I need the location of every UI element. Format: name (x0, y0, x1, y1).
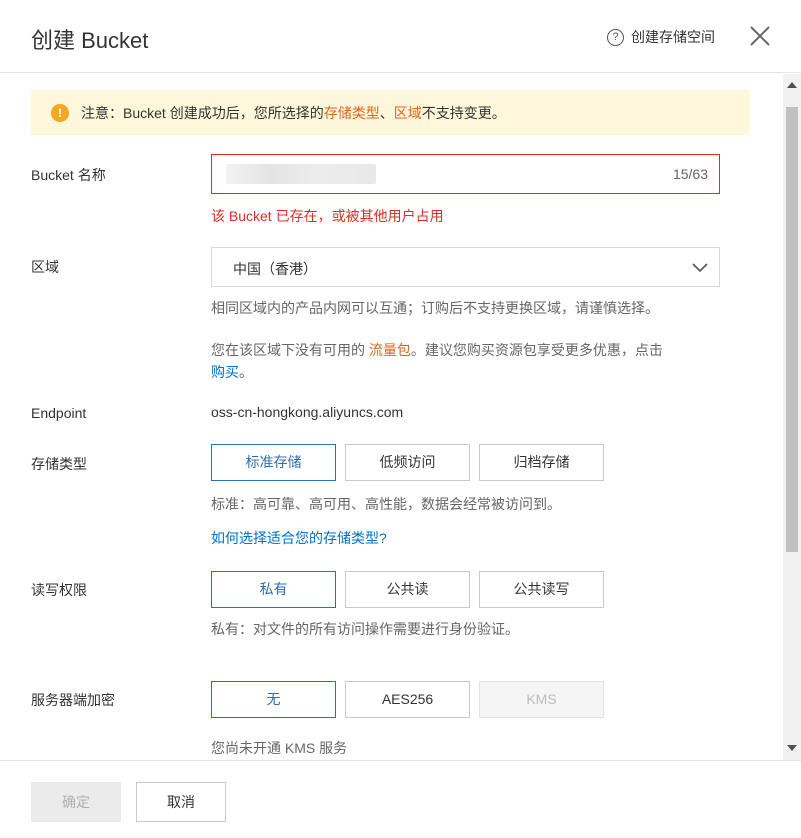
cancel-button[interactable]: 取消 (136, 782, 226, 822)
acl-options: 私有 公共读 公共读写 (211, 571, 613, 608)
notice-separator: 、 (379, 104, 394, 121)
encryption-desc: 您尚未开通 KMS 服务 (211, 740, 348, 756)
notice-banner: ! 注意：Bucket 创建成功后，您所选择的 存储类型 、 区域 不支持变更。 (31, 90, 750, 135)
dialog-body[interactable]: ! 注意：Bucket 创建成功后，您所选择的 存储类型 、 区域 不支持变更。… (0, 74, 783, 760)
encryption-none[interactable]: 无 (211, 681, 336, 718)
traffic-hint-suffix: 。建议您购买资源包享受更多优惠，点击 (410, 342, 663, 358)
scroll-down-icon[interactable] (787, 745, 797, 751)
traffic-hint-end: 。 (239, 364, 253, 380)
dialog-header: 创建 Bucket ? 创建存储空间 (0, 0, 801, 73)
acl-public-read[interactable]: 公共读 (345, 571, 470, 608)
notice-storage-type: 存储类型 (323, 104, 380, 121)
confirm-button[interactable]: 确定 (31, 782, 121, 822)
notice-suffix: 不支持变更。 (421, 104, 506, 121)
char-count: 15/63 (672, 166, 708, 182)
help-label: 创建存储空间 (631, 29, 715, 45)
scrollbar-thumb[interactable] (786, 107, 798, 552)
storage-class-options: 标准存储 低频访问 归档存储 (211, 444, 613, 481)
warning-icon: ! (51, 103, 69, 122)
dialog-footer: 确定 取消 (0, 760, 801, 838)
dialog-title: 创建 Bucket (31, 28, 149, 53)
storage-class-help-link[interactable]: 如何选择适合您的存储类型? (211, 528, 387, 548)
region-value: 中国（香港） (233, 261, 317, 277)
storage-class-infrequent[interactable]: 低频访问 (345, 444, 470, 481)
bucket-name-input[interactable]: 15/63 (211, 154, 720, 194)
blurred-bucket-name (226, 164, 376, 184)
bucket-name-error: 该 Bucket 已存在，或被其他用户占用 (211, 208, 444, 224)
vertical-scrollbar[interactable] (783, 74, 801, 760)
encryption-label: 服务器端加密 (31, 692, 115, 708)
region-hint: 相同区域内的产品内网可以互通；订购后不支持更换区域，请谨慎选择。 (211, 300, 659, 316)
acl-desc: 私有：对文件的所有访问操作需要进行身份验证。 (211, 621, 519, 637)
encryption-options: 无 AES256 KMS (211, 681, 613, 718)
endpoint-value: oss-cn-hongkong.aliyuncs.com (211, 404, 404, 420)
storage-class-archive[interactable]: 归档存储 (479, 444, 604, 481)
storage-class-desc: 标准：高可靠、高可用、高性能，数据会经常被访问到。 (211, 496, 561, 512)
encryption-kms: KMS (479, 681, 604, 718)
traffic-package-hint: 您在该区域下没有可用的 流量包。建议您购买资源包享受更多优惠，点击购买。 (211, 339, 711, 383)
traffic-package-link[interactable]: 流量包 (369, 342, 411, 358)
storage-class-standard[interactable]: 标准存储 (211, 444, 336, 481)
chevron-down-icon (691, 258, 709, 276)
bucket-name-label: Bucket 名称 (31, 167, 106, 183)
acl-label: 读写权限 (31, 582, 87, 598)
create-bucket-help-link[interactable]: ? 创建存储空间 (607, 27, 715, 47)
notice-region: 区域 (393, 104, 422, 121)
acl-public-read-write[interactable]: 公共读写 (479, 571, 604, 608)
region-select[interactable]: 中国（香港） (211, 247, 720, 287)
encryption-aes256[interactable]: AES256 (345, 681, 470, 718)
notice-prefix: 注意：Bucket 创建成功后，您所选择的 (81, 104, 324, 121)
storage-class-label: 存储类型 (31, 456, 87, 472)
endpoint-label: Endpoint (31, 405, 87, 421)
region-label: 区域 (31, 259, 59, 275)
acl-private[interactable]: 私有 (211, 571, 336, 608)
traffic-hint-prefix: 您在该区域下没有可用的 (211, 342, 369, 358)
question-circle-icon: ? (607, 28, 624, 46)
buy-link[interactable]: 购买 (211, 364, 239, 380)
scroll-up-icon[interactable] (787, 82, 797, 88)
close-icon[interactable] (748, 24, 772, 48)
